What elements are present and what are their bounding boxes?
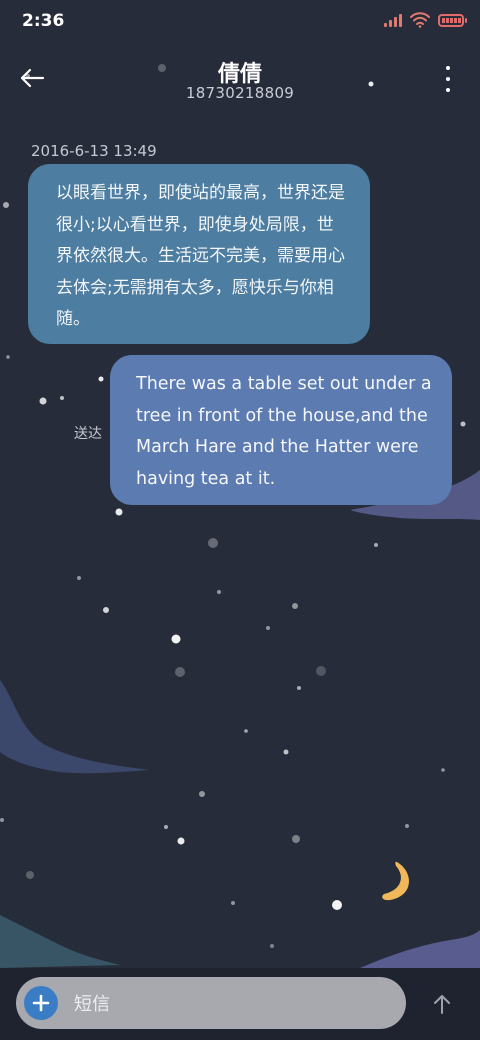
plus-icon [32,994,50,1012]
message-input-container [16,977,406,1031]
composer-bar [0,968,480,1040]
status-icons [384,12,467,28]
send-button[interactable] [424,984,460,1024]
more-vertical-icon [446,66,450,70]
sent-message-bubble[interactable]: There was a table set out under a tree i… [110,355,452,505]
add-attachment-button[interactable] [24,986,58,1020]
wifi-icon [410,12,430,28]
delivery-status: 送达 [74,426,102,442]
signal-icon [384,13,402,27]
arrow-up-icon [434,995,450,1014]
sms-input[interactable] [72,977,396,1031]
more-options-button[interactable] [436,66,460,92]
contact-phone-number: 18730218809 [185,84,295,102]
sent-message-text: There was a table set out under a tree i… [136,374,432,489]
battery-icon [438,13,467,27]
status-time: 2:36 [22,11,65,31]
message-timestamp: 2016-6-13 13:49 [31,142,157,160]
status-bar: 2:36 [0,0,480,44]
received-message-text: 以眼看世界，即使站的最高，世界还是很小;以心看世界，即使身处局限，世界依然很大。… [56,183,345,329]
conversation-header: 倩倩 18730218809 [0,44,480,114]
received-message-bubble[interactable]: 以眼看世界，即使站的最高，世界还是很小;以心看世界，即使身处局限，世界依然很大。… [28,164,370,344]
